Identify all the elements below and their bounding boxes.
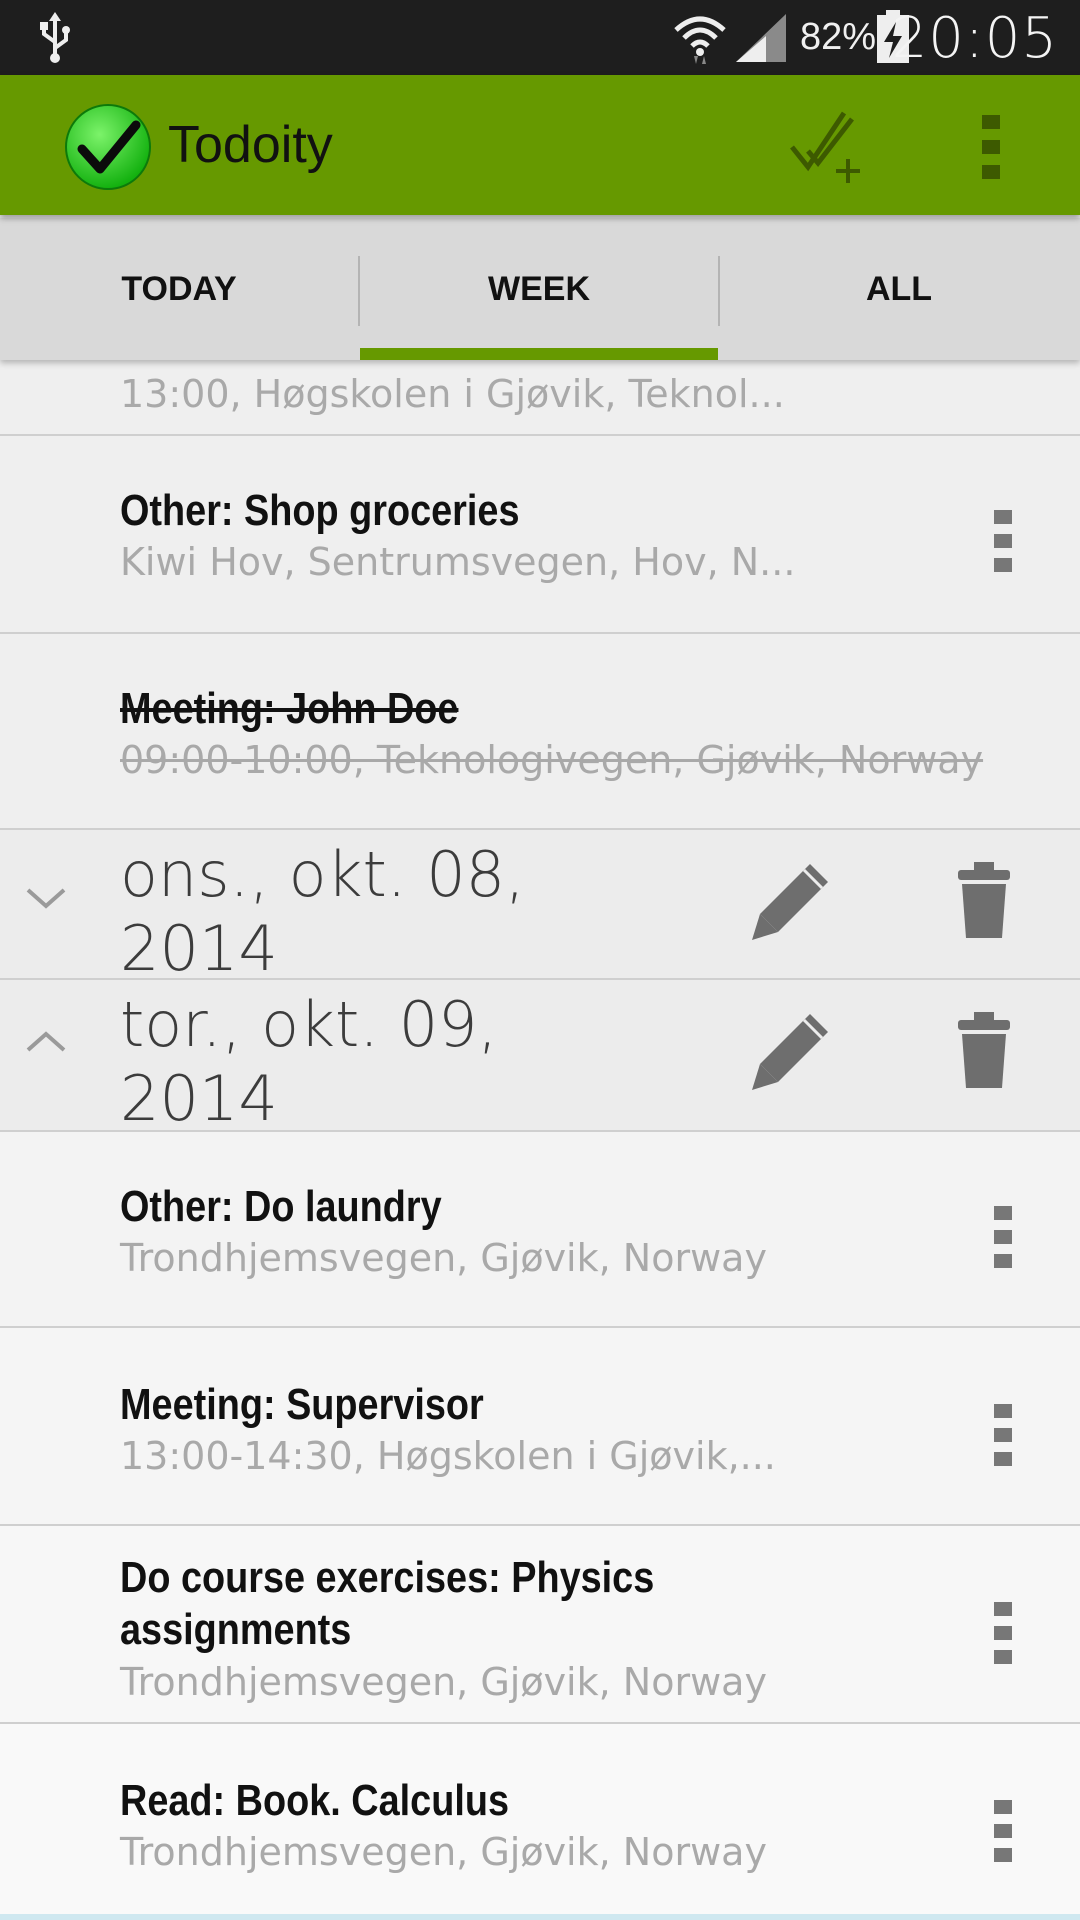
more-options-icon[interactable]: [994, 1800, 1012, 1867]
list-item-title: Meeting: John Doe: [120, 684, 459, 733]
overflow-menu-icon[interactable]: [980, 115, 1002, 184]
more-options-icon[interactable]: [994, 510, 1012, 577]
task-list[interactable]: 13:00, Høgskolen i Gjøvik, Teknol... Oth…: [0, 360, 1080, 1920]
tab-today[interactable]: TODAY: [0, 218, 358, 360]
trash-icon[interactable]: [956, 1012, 1012, 1095]
date-line: ons., okt. 08,: [120, 838, 525, 911]
edit-pencil-icon[interactable]: [748, 1010, 832, 1099]
list-item-subtitle: 09:00-10:00, Teknologivegen, Gjøvik, Nor…: [120, 738, 984, 782]
bottom-edge-glow: [0, 1914, 1080, 1920]
list-item-title: Other: Shop groceries: [120, 486, 520, 535]
more-options-icon[interactable]: [994, 1206, 1012, 1273]
tab-week[interactable]: WEEK: [360, 218, 718, 360]
trash-icon[interactable]: [956, 862, 1012, 945]
list-item-subtitle: Trondhjemsvegen, Gjøvik, Norway: [120, 1236, 767, 1280]
status-bar: 82% 20:05: [0, 0, 1080, 75]
more-options-icon[interactable]: [994, 1602, 1012, 1669]
app-logo-checkmark-icon[interactable]: [64, 103, 152, 196]
wifi-icon: [672, 10, 728, 71]
date-line: 2014: [120, 1062, 278, 1135]
add-task-icon[interactable]: [786, 105, 866, 190]
list-item-completed[interactable]: Meeting: John Doe 09:00-10:00, Teknologi…: [0, 634, 1080, 830]
more-options-icon[interactable]: [994, 1404, 1012, 1471]
list-item[interactable]: Other: Do laundry Trondhjemsvegen, Gjøvi…: [0, 1132, 1080, 1328]
list-item-title: Read: Book. Calculus: [120, 1776, 509, 1825]
list-item[interactable]: Read: Book. Calculus Trondhjemsvegen, Gj…: [0, 1724, 1080, 1920]
clock: 20:05: [891, 6, 1058, 71]
date-group-label: ons., okt. 08, 2014: [120, 838, 560, 986]
list-item-title: Do course exercises: Physics assignments: [120, 1553, 655, 1654]
list-item[interactable]: Meeting: Supervisor 13:00-14:30, Høgskol…: [0, 1328, 1080, 1526]
selected-tab-indicator: [360, 348, 718, 360]
app-title: Todoity: [168, 116, 333, 174]
list-item-subtitle: Kiwi Hov, Sentrumsvegen, Hov, N...: [120, 540, 796, 584]
list-item-title: Other: Do laundry: [120, 1182, 442, 1231]
date-group-header[interactable]: ons., okt. 08, 2014: [0, 830, 1080, 985]
chevron-down-icon[interactable]: [26, 886, 66, 915]
tab-all[interactable]: ALL: [720, 218, 1078, 360]
list-item-subtitle: 13:00-14:30, Høgskolen i Gjøvik,...: [120, 1434, 776, 1478]
list-item[interactable]: Do course exercises: Physics assignments…: [0, 1526, 1080, 1724]
chevron-up-icon[interactable]: [26, 1030, 66, 1059]
list-item-title: Meeting: Supervisor: [120, 1380, 484, 1429]
edit-pencil-icon[interactable]: [748, 860, 832, 949]
list-item-subtitle: 13:00, Høgskolen i Gjøvik, Teknol...: [120, 372, 785, 416]
list-item-subtitle: Trondhjemsvegen, Gjøvik, Norway: [120, 1660, 767, 1704]
list-item-subtitle: Trondhjemsvegen, Gjøvik, Norway: [120, 1830, 767, 1874]
date-group-header[interactable]: tor., okt. 09, 2014: [0, 980, 1080, 1135]
signal-icon: [736, 14, 786, 67]
list-item[interactable]: 13:00, Høgskolen i Gjøvik, Teknol...: [0, 360, 1080, 436]
action-bar: Todoity: [0, 75, 1080, 215]
date-line: 2014: [120, 912, 278, 985]
list-item[interactable]: Other: Shop groceries Kiwi Hov, Sentrums…: [0, 436, 1080, 634]
tab-bar: TODAY WEEK ALL: [0, 218, 1080, 360]
date-line: tor., okt. 09,: [120, 988, 498, 1061]
battery-percentage: 82%: [800, 16, 877, 58]
usb-icon: [38, 12, 72, 69]
date-group-label: tor., okt. 09, 2014: [120, 988, 560, 1136]
